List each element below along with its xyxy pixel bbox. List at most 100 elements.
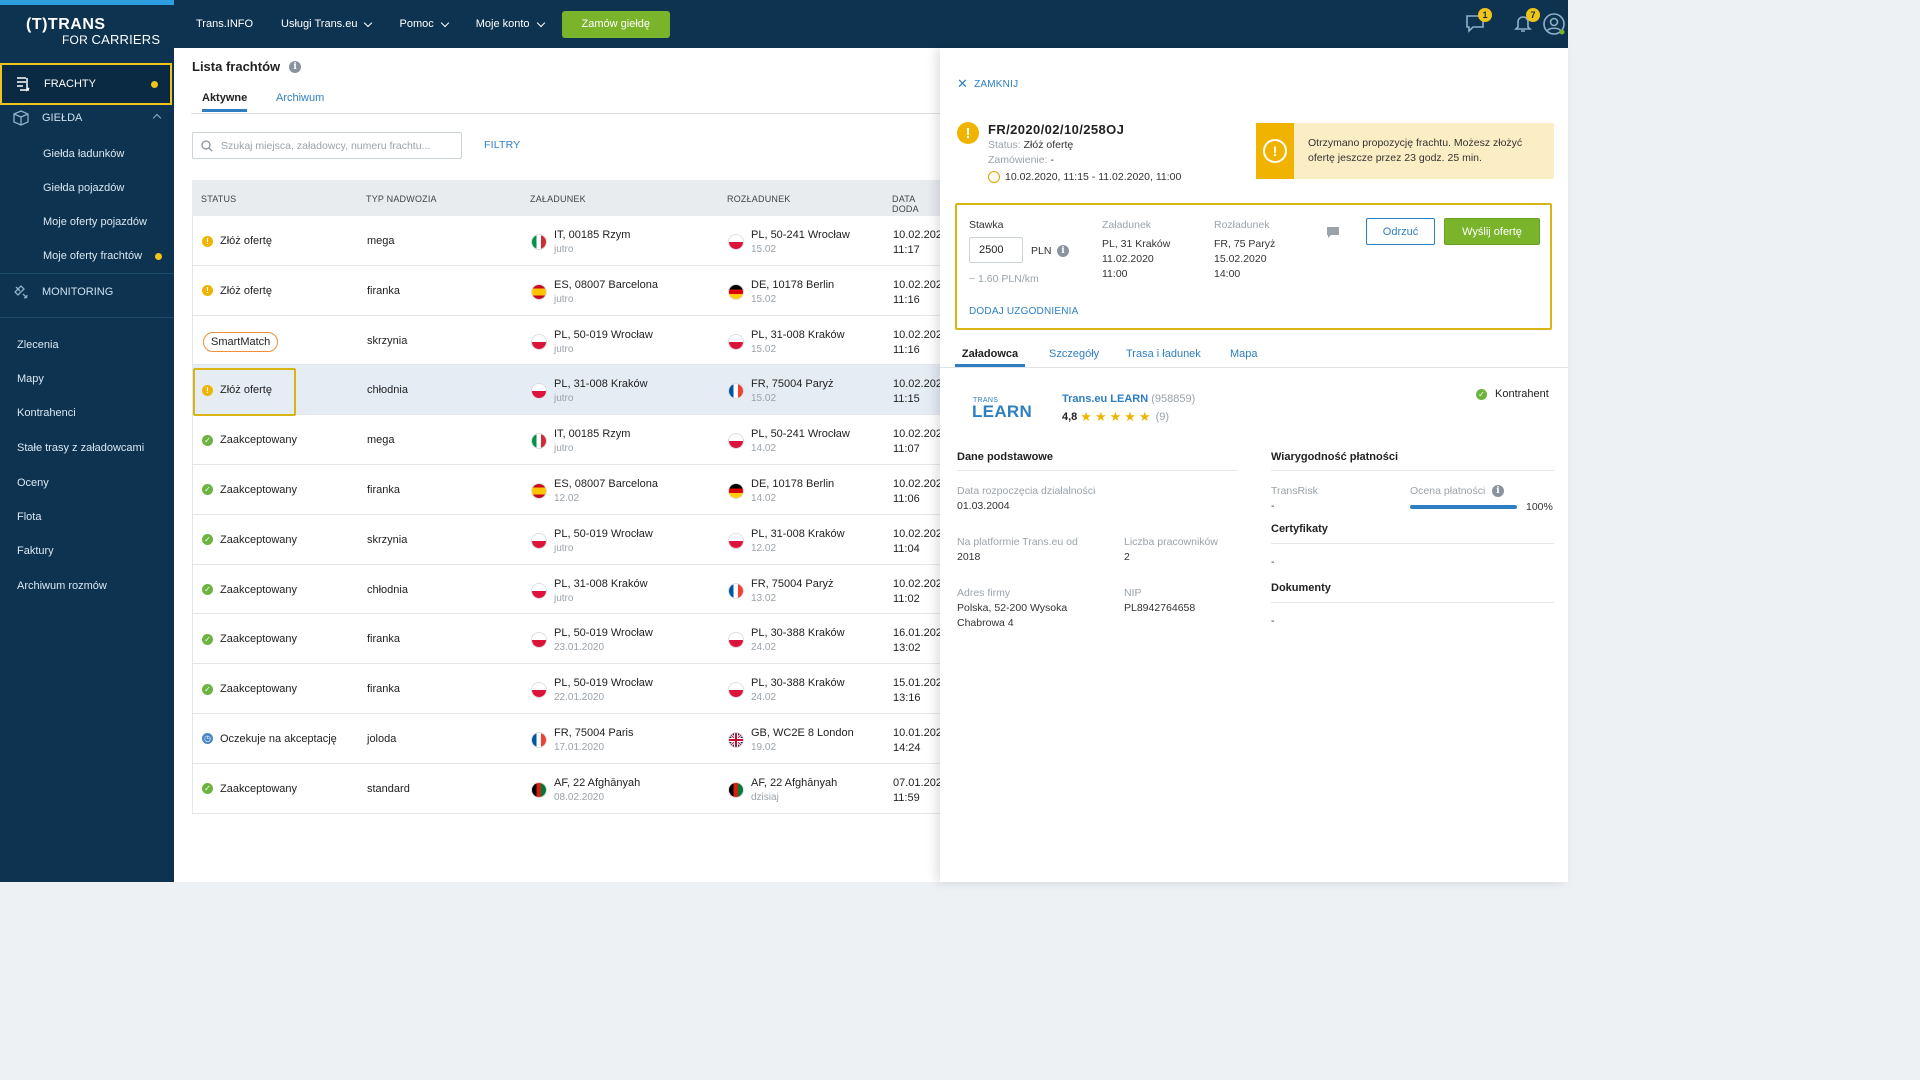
sidebar-sub-gielda-pojazdow[interactable]: Giełda pojazdów <box>43 178 174 198</box>
table-row[interactable]: ✓ Zaakceptowany firanka PL, 50-019 Wrocław 2… <box>192 664 942 714</box>
sidebar-item-stale-trasy[interactable]: Stałe trasy z załadowcami <box>17 438 191 458</box>
brand-logo[interactable]: (T)TRANS FOR CARRIERS <box>26 14 166 48</box>
col-zaladunek[interactable]: ZAŁADUNEK <box>530 194 586 204</box>
satellite-icon <box>14 285 28 299</box>
info-icon[interactable]: i <box>1057 245 1069 257</box>
unloading-cell: PL, 30-388 Kraków 24.02 <box>728 676 845 705</box>
flag-fr-icon <box>728 383 744 400</box>
info-icon[interactable]: i <box>1492 485 1504 497</box>
table-row[interactable]: SmartMatch skrzynia PL, 50-019 Wrocław jutr… <box>192 315 942 366</box>
sidebar-item-kontrahenci[interactable]: Kontrahenci <box>17 403 191 423</box>
table-row[interactable]: ! Złóż ofertę mega IT, 00185 Rzym jutro PL, 5… <box>192 216 942 266</box>
sidebar-sub-moje-oferty-pojazdow[interactable]: Moje oferty pojazdów <box>43 212 174 232</box>
table-row[interactable]: ✓ Zaakceptowany mega IT, 00185 Rzym jutro PL,… <box>192 415 942 465</box>
nav-trans-info[interactable]: Trans.INFO <box>182 0 267 48</box>
col-status[interactable]: STATUS <box>201 194 236 204</box>
filters-link[interactable]: FILTRY <box>484 139 520 151</box>
info-icon[interactable]: i <box>289 60 302 73</box>
table-row[interactable]: ✓ Zaakceptowany firanka PL, 50-019 Wrocław 2… <box>192 614 942 665</box>
section-divider <box>1271 602 1554 603</box>
table-row[interactable]: ✓ Zaakceptowany skrzynia PL, 50-019 Wrocław… <box>192 514 942 565</box>
freight-order: Zamówienie: - <box>988 154 1054 166</box>
table-row[interactable]: ✓ Zaakceptowany chłodnia PL, 31-008 Kraków j… <box>192 564 942 615</box>
tab-trasa-i-ladunek[interactable]: Trasa i ładunek <box>1126 348 1201 360</box>
chevron-up-icon <box>152 113 162 123</box>
sidebar-item-monitoring[interactable]: MONITORING <box>0 280 174 304</box>
table-row[interactable]: ✓ Zaakceptowany firanka ES, 08007 Barcelona… <box>192 464 942 515</box>
comment-icon[interactable] <box>1326 225 1340 239</box>
table-row[interactable]: ! Złóż ofertę firanka ES, 08007 Barcelona ju… <box>192 265 942 316</box>
freight-icon <box>17 77 30 92</box>
chat-icon[interactable]: 1 <box>1464 8 1492 34</box>
bell-badge: 7 <box>1526 8 1540 22</box>
search-input[interactable] <box>221 139 451 152</box>
loading-cell: PL, 50-019 Wrocław jutro <box>531 328 653 357</box>
flag-de-icon <box>728 482 744 499</box>
reject-button[interactable]: Odrzuć <box>1366 218 1435 245</box>
top-accent-strip <box>0 0 174 5</box>
warning-icon: ! <box>202 285 213 297</box>
col-rozladunek[interactable]: ROZŁADUNEK <box>727 194 791 204</box>
sidebar-item-frachty[interactable]: FRACHTY <box>0 63 172 105</box>
send-offer-button[interactable]: Wyślij ofertę <box>1444 218 1540 245</box>
section-divider <box>1271 470 1554 471</box>
order-exchange-button[interactable]: Zamów giełdę <box>561 10 671 38</box>
warning-icon: ! <box>957 122 979 144</box>
page-title: Lista frachtów i <box>192 59 302 74</box>
address-label: Adres firmy <box>957 587 1011 599</box>
sidebar-item-archiwum-rozmow[interactable]: Archiwum rozmów <box>17 576 191 596</box>
sidebar-sub-gielda-ladunkow[interactable]: Giełda ładunków <box>43 144 174 164</box>
user-avatar-icon[interactable] <box>1542 12 1566 36</box>
nav-uslugi[interactable]: Usługi Trans.eu <box>267 0 385 48</box>
sidebar-item-mapy[interactable]: Mapy <box>17 369 191 389</box>
nav-moje-konto[interactable]: Moje konto <box>462 0 558 48</box>
sidebar-item-zlecenia[interactable]: Zlecenia <box>17 335 191 355</box>
chat-badge: 1 <box>1478 8 1492 22</box>
flag-pl-icon <box>728 433 744 450</box>
table-row[interactable]: ◷ Oczekuje na akceptację joloda FR, 75004 P… <box>192 713 942 764</box>
tab-aktywne[interactable]: Aktywne <box>202 92 248 112</box>
status-cell: ! Złóż ofertę <box>202 285 272 297</box>
smartmatch-badge[interactable]: SmartMatch <box>203 331 279 352</box>
unload-time: 14:00 <box>1214 268 1241 280</box>
freight-number: FR/2020/02/10/258OJ <box>988 122 1125 137</box>
close-panel-button[interactable]: ✕ ZAMKNIJ <box>957 76 1018 92</box>
address-line1: Polska, 52-200 Wysoka <box>957 602 1068 614</box>
flag-it-icon <box>531 234 547 250</box>
rate-input[interactable] <box>969 237 1023 263</box>
payment-score-bar <box>1410 505 1517 509</box>
sidebar-sub-moje-oferty-frachtow[interactable]: Moje oferty frachtów <box>43 246 174 266</box>
sidebar-item-flota[interactable]: Flota <box>17 507 191 527</box>
body-type: mega <box>367 235 395 247</box>
sidebar-item-faktury[interactable]: Faktury <box>17 541 191 561</box>
col-data-dodania[interactable]: DATA DODA <box>892 194 940 214</box>
table-row[interactable]: ! Złóż ofertę chłodnia PL, 31-008 Kraków jut… <box>192 365 942 416</box>
company-link[interactable]: Trans.eu LEARN <box>1062 393 1148 405</box>
nav-pomoc[interactable]: Pomoc <box>385 0 461 48</box>
body-type: firanka <box>367 633 401 646</box>
check-icon: ✓ <box>1476 388 1487 400</box>
body-type: skrzynia <box>367 334 408 347</box>
star-icon: ★ <box>1109 409 1122 424</box>
tab-szczegoly[interactable]: Szczegóły <box>1049 348 1099 360</box>
add-agreements-link[interactable]: DODAJ UZGODNIENIA <box>969 306 1079 317</box>
clock-icon <box>988 171 1000 183</box>
sidebar-item-label: MONITORING <box>42 286 114 298</box>
transrisk-label: TransRisk <box>1271 485 1318 497</box>
bell-icon[interactable]: 7 <box>1512 8 1540 34</box>
table-row[interactable]: ✓ Zaakceptowany standard AF, 22 Afghānyah 08… <box>192 763 942 814</box>
tab-mapa[interactable]: Mapa <box>1230 348 1258 360</box>
flag-es-icon <box>531 283 547 300</box>
address-line2: Chabrowa 4 <box>957 617 1014 629</box>
flag-de-icon <box>728 283 744 300</box>
tab-zaladowca[interactable]: Załadowca <box>955 348 1025 367</box>
date-added-cell: 10.02.202 11:06 <box>893 477 942 505</box>
tab-archiwum[interactable]: Archiwum <box>276 92 324 104</box>
status-cell: ✓ Zaakceptowany <box>202 484 297 496</box>
col-typ-nadwozia[interactable]: TYP NADWOZIA <box>366 194 437 204</box>
sidebar-item-oceny[interactable]: Oceny <box>17 473 191 493</box>
sidebar-item-gielda[interactable]: GIEŁDA <box>0 106 174 130</box>
unloading-cell: PL, 30-388 Kraków 24.02 <box>728 626 845 655</box>
body-type: chłodnia <box>367 583 408 596</box>
flag-pl-icon <box>531 383 547 400</box>
